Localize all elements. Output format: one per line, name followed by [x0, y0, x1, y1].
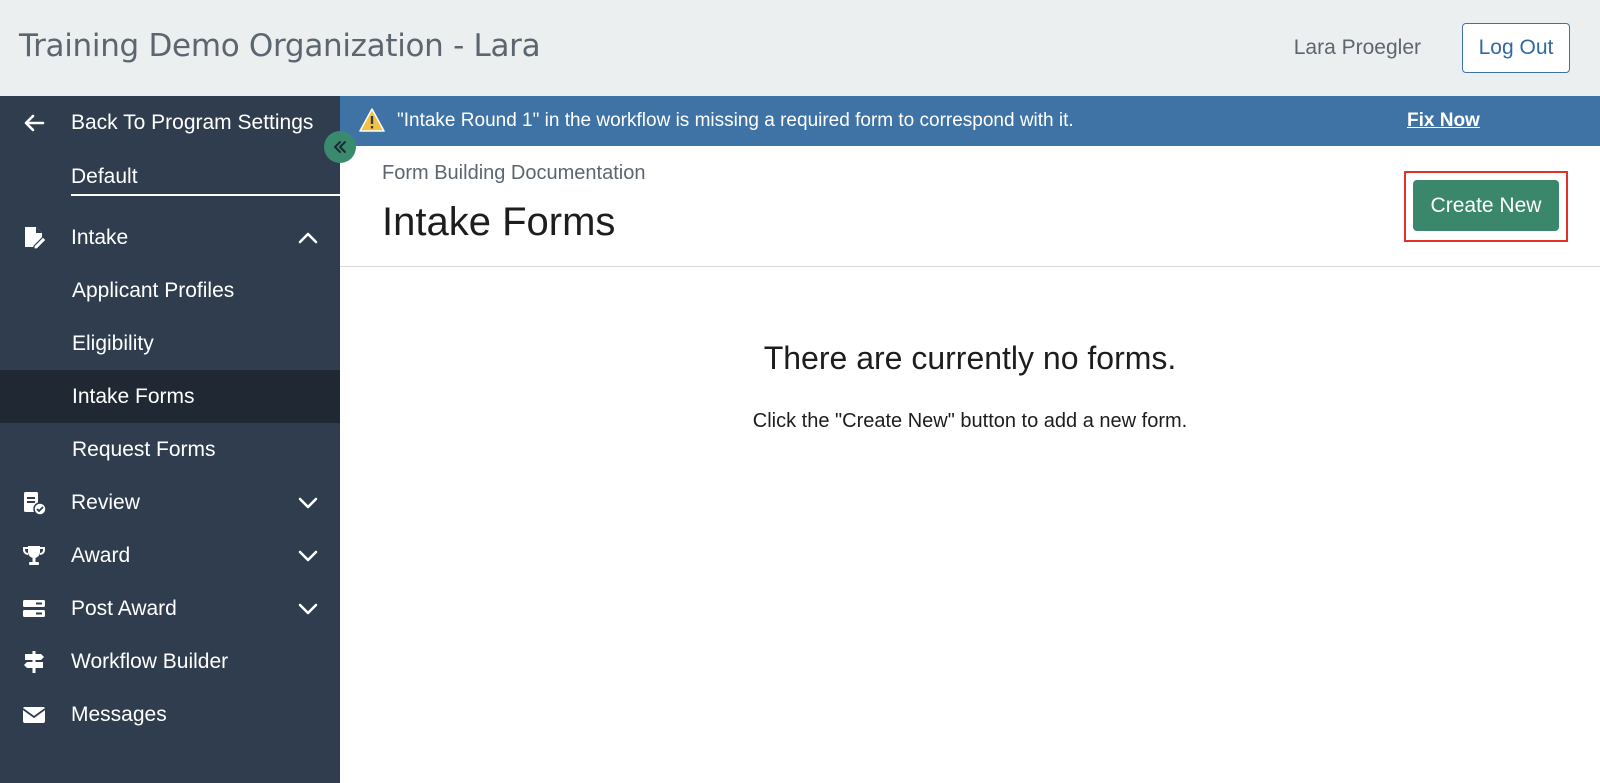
- sidebar-item-label: Applicant Profiles: [72, 278, 235, 302]
- sidebar-item-label: Eligibility: [72, 331, 154, 355]
- file-check-icon: [20, 489, 48, 517]
- sidebar-item-post-award[interactable]: Post Award: [0, 582, 340, 635]
- breadcrumb[interactable]: Form Building Documentation: [382, 162, 645, 185]
- org-title: Training Demo Organization - Lara: [19, 28, 541, 64]
- sidebar-item-label: Award: [71, 543, 131, 567]
- file-edit-icon: [20, 224, 48, 252]
- chevron-up-icon: [298, 232, 318, 243]
- back-to-program-settings-link[interactable]: Back To Program Settings: [0, 96, 340, 149]
- sidebar-item-award[interactable]: Award: [0, 529, 340, 582]
- trophy-icon: [20, 542, 48, 570]
- chevron-down-icon: [298, 497, 318, 508]
- user-name: Lara Proegler: [1293, 36, 1421, 59]
- logout-button[interactable]: Log Out: [1462, 23, 1570, 73]
- default-label: Default: [71, 165, 138, 188]
- double-chevron-left-icon: [334, 141, 346, 153]
- fix-now-link[interactable]: Fix Now: [1407, 110, 1480, 132]
- server-icon: [20, 595, 48, 623]
- sidebar-item-intake-forms[interactable]: Intake Forms: [0, 370, 340, 423]
- sidebar: Back To Program Settings Default Intake …: [0, 96, 340, 783]
- sidebar-item-eligibility[interactable]: Eligibility: [0, 317, 340, 370]
- back-label: Back To Program Settings: [71, 110, 314, 134]
- sidebar-item-label: Messages: [71, 702, 167, 726]
- sidebar-item-intake[interactable]: Intake: [0, 211, 340, 264]
- program-selector-default[interactable]: Default: [71, 160, 340, 196]
- sidebar-item-label: Review: [71, 490, 140, 514]
- arrow-left-icon: [20, 109, 48, 137]
- banner-message: "Intake Round 1" in the workflow is miss…: [397, 110, 1074, 131]
- warning-icon: [359, 108, 385, 132]
- create-new-button[interactable]: Create New: [1413, 180, 1559, 231]
- sidebar-item-label: Intake Forms: [72, 384, 195, 408]
- empty-state-subtitle: Click the "Create New" button to add a n…: [752, 410, 1188, 432]
- sidebar-item-label: Request Forms: [72, 437, 216, 461]
- page-title: Intake Forms: [382, 200, 616, 244]
- sidebar-item-messages[interactable]: Messages: [0, 688, 340, 741]
- signpost-icon: [20, 648, 48, 676]
- chevron-down-icon: [298, 550, 318, 561]
- sidebar-item-applicant-profiles[interactable]: Applicant Profiles: [0, 264, 340, 317]
- sidebar-item-workflow-builder[interactable]: Workflow Builder: [0, 635, 340, 688]
- warning-banner: "Intake Round 1" in the workflow is miss…: [340, 96, 1600, 146]
- sidebar-item-request-forms[interactable]: Request Forms: [0, 423, 340, 476]
- chevron-down-icon: [298, 603, 318, 614]
- collapse-sidebar-button[interactable]: [324, 131, 356, 163]
- main-header: Form Building Documentation Intake Forms…: [340, 146, 1600, 267]
- empty-state-title: There are currently no forms.: [763, 340, 1177, 376]
- sidebar-item-label: Workflow Builder: [71, 649, 229, 673]
- sidebar-item-label: Post Award: [71, 596, 177, 620]
- sidebar-item-label: Intake: [71, 225, 129, 249]
- envelope-icon: [20, 701, 48, 729]
- app-header: Training Demo Organization - Lara Lara P…: [0, 0, 1600, 96]
- sidebar-item-review[interactable]: Review: [0, 476, 340, 529]
